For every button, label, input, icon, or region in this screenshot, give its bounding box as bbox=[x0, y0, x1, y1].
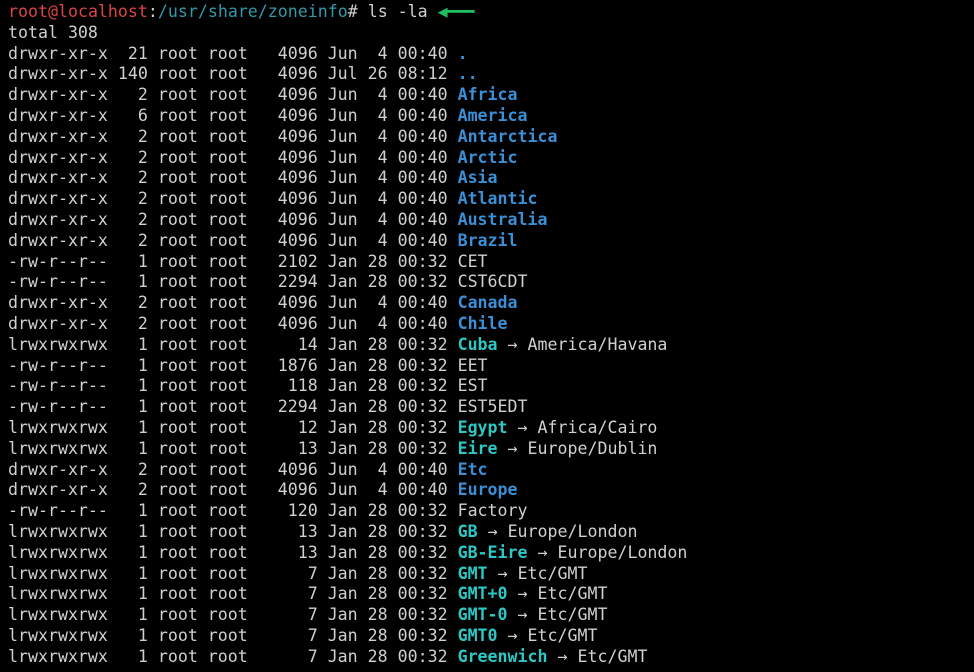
entry-name: America bbox=[458, 106, 528, 125]
listing-row: drwxr-xr-x 2 root root 4096 Jun 4 00:40 … bbox=[8, 148, 518, 167]
symlink-target: Etc/GMT bbox=[578, 647, 648, 666]
listing-row: lrwxrwxrwx 1 root root 7 Jan 28 00:32 Gr… bbox=[8, 647, 647, 666]
entry-name: GMT0 bbox=[458, 626, 498, 645]
symlink-arrow-icon: → bbox=[558, 647, 568, 666]
listing-row: -rw-r--r-- 1 root root 2294 Jan 28 00:32… bbox=[8, 272, 528, 291]
symlink-arrow-icon: → bbox=[508, 626, 518, 645]
prompt-symbol: # bbox=[348, 2, 368, 21]
entry-name: Etc bbox=[458, 460, 488, 479]
listing-row: -rw-r--r-- 1 root root 1876 Jan 28 00:32… bbox=[8, 356, 488, 375]
entry-name: Atlantic bbox=[458, 189, 538, 208]
entry-name: Eire bbox=[458, 439, 498, 458]
symlink-target: Africa/Cairo bbox=[538, 418, 658, 437]
entry-name: Antarctica bbox=[458, 127, 558, 146]
entry-name: GMT bbox=[458, 564, 488, 583]
entry-name: Australia bbox=[458, 210, 548, 229]
listing-row: lrwxrwxrwx 1 root root 13 Jan 28 00:32 E… bbox=[8, 439, 657, 458]
symlink-target: Europe/London bbox=[508, 522, 638, 541]
listing-row: lrwxrwxrwx 1 root root 7 Jan 28 00:32 GM… bbox=[8, 564, 588, 583]
listing-row: lrwxrwxrwx 1 root root 13 Jan 28 00:32 G… bbox=[8, 522, 637, 541]
entry-name: GB-Eire bbox=[458, 543, 528, 562]
total-line: total 308 bbox=[8, 23, 98, 42]
listing-row: lrwxrwxrwx 1 root root 7 Jan 28 00:32 GM… bbox=[8, 584, 607, 603]
listing-row: drwxr-xr-x 2 root root 4096 Jun 4 00:40 … bbox=[8, 293, 518, 312]
prompt-colon: : bbox=[148, 2, 158, 21]
symlink-target: Europe/London bbox=[558, 543, 688, 562]
listing-row: drwxr-xr-x 6 root root 4096 Jun 4 00:40 … bbox=[8, 106, 528, 125]
symlink-target: Etc/GMT bbox=[528, 626, 598, 645]
entry-name: Europe bbox=[458, 480, 518, 499]
entry-name: Canada bbox=[458, 293, 518, 312]
symlink-arrow-icon: → bbox=[518, 584, 528, 603]
entry-name: Chile bbox=[458, 314, 508, 333]
listing-row: -rw-r--r-- 1 root root 2102 Jan 28 00:32… bbox=[8, 252, 488, 271]
entry-name: Arctic bbox=[458, 148, 518, 167]
listing-row: lrwxrwxrwx 1 root root 12 Jan 28 00:32 E… bbox=[8, 418, 657, 437]
listing-row: drwxr-xr-x 2 root root 4096 Jun 4 00:40 … bbox=[8, 127, 557, 146]
entry-name: GB bbox=[458, 522, 478, 541]
symlink-arrow-icon: → bbox=[518, 605, 528, 624]
entry-name: CET bbox=[458, 252, 488, 271]
command-text: ls -la bbox=[368, 2, 428, 21]
listing-row: drwxr-xr-x 2 root root 4096 Jun 4 00:40 … bbox=[8, 210, 548, 229]
listing-row: drwxr-xr-x 2 root root 4096 Jun 4 00:40 … bbox=[8, 168, 498, 187]
listing-row: drwxr-xr-x 21 root root 4096 Jun 4 00:40… bbox=[8, 44, 468, 63]
symlink-target: Etc/GMT bbox=[538, 584, 608, 603]
listing-row: -rw-r--r-- 1 root root 2294 Jan 28 00:32… bbox=[8, 397, 528, 416]
listing-row: drwxr-xr-x 140 root root 4096 Jul 26 08:… bbox=[8, 64, 478, 83]
prompt-path: /usr/share/zoneinfo bbox=[158, 2, 348, 21]
entry-name: .. bbox=[458, 64, 478, 83]
listing-row: -rw-r--r-- 1 root root 120 Jan 28 00:32 … bbox=[8, 501, 528, 520]
entry-name: Africa bbox=[458, 85, 518, 104]
symlink-target: Etc/GMT bbox=[538, 605, 608, 624]
listing-row: lrwxrwxrwx 1 root root 7 Jan 28 00:32 GM… bbox=[8, 626, 597, 645]
symlink-target: Etc/GMT bbox=[518, 564, 588, 583]
file-listing: drwxr-xr-x 21 root root 4096 Jun 4 00:40… bbox=[8, 44, 687, 666]
entry-name: Brazil bbox=[458, 231, 518, 250]
listing-row: drwxr-xr-x 2 root root 4096 Jun 4 00:40 … bbox=[8, 314, 508, 333]
symlink-target: America/Havana bbox=[528, 335, 668, 354]
symlink-target: Europe/Dublin bbox=[528, 439, 658, 458]
listing-row: drwxr-xr-x 2 root root 4096 Jun 4 00:40 … bbox=[8, 460, 488, 479]
annotation-arrow-icon: ◀━━━ bbox=[438, 2, 474, 21]
listing-row: lrwxrwxrwx 1 root root 7 Jan 28 00:32 GM… bbox=[8, 605, 607, 624]
entry-name: GMT+0 bbox=[458, 584, 508, 603]
listing-row: lrwxrwxrwx 1 root root 13 Jan 28 00:32 G… bbox=[8, 543, 687, 562]
symlink-arrow-icon: → bbox=[488, 522, 498, 541]
symlink-arrow-icon: → bbox=[538, 543, 548, 562]
terminal-output[interactable]: root@localhost:/usr/share/zoneinfo# ls -… bbox=[0, 0, 974, 668]
symlink-arrow-icon: → bbox=[508, 335, 518, 354]
symlink-arrow-icon: → bbox=[508, 439, 518, 458]
entry-name: Greenwich bbox=[458, 647, 548, 666]
listing-row: drwxr-xr-x 2 root root 4096 Jun 4 00:40 … bbox=[8, 480, 518, 499]
entry-name: . bbox=[458, 44, 468, 63]
entry-name: EST5EDT bbox=[458, 397, 528, 416]
symlink-arrow-icon: → bbox=[518, 418, 528, 437]
prompt-line: root@localhost:/usr/share/zoneinfo# ls -… bbox=[8, 2, 474, 21]
entry-name: Asia bbox=[458, 168, 498, 187]
entry-name: Egypt bbox=[458, 418, 508, 437]
listing-row: drwxr-xr-x 2 root root 4096 Jun 4 00:40 … bbox=[8, 85, 518, 104]
entry-name: EST bbox=[458, 376, 488, 395]
listing-row: drwxr-xr-x 2 root root 4096 Jun 4 00:40 … bbox=[8, 231, 518, 250]
symlink-arrow-icon: → bbox=[498, 564, 508, 583]
entry-name: EET bbox=[458, 356, 488, 375]
entry-name: CST6CDT bbox=[458, 272, 528, 291]
entry-name: Cuba bbox=[458, 335, 498, 354]
prompt-host: localhost bbox=[58, 2, 148, 21]
listing-row: -rw-r--r-- 1 root root 118 Jan 28 00:32 … bbox=[8, 376, 488, 395]
prompt-at: @ bbox=[48, 2, 58, 21]
prompt-user: root bbox=[8, 2, 48, 21]
entry-name: GMT-0 bbox=[458, 605, 508, 624]
entry-name: Factory bbox=[458, 501, 528, 520]
listing-row: drwxr-xr-x 2 root root 4096 Jun 4 00:40 … bbox=[8, 189, 538, 208]
listing-row: lrwxrwxrwx 1 root root 14 Jan 28 00:32 C… bbox=[8, 335, 667, 354]
